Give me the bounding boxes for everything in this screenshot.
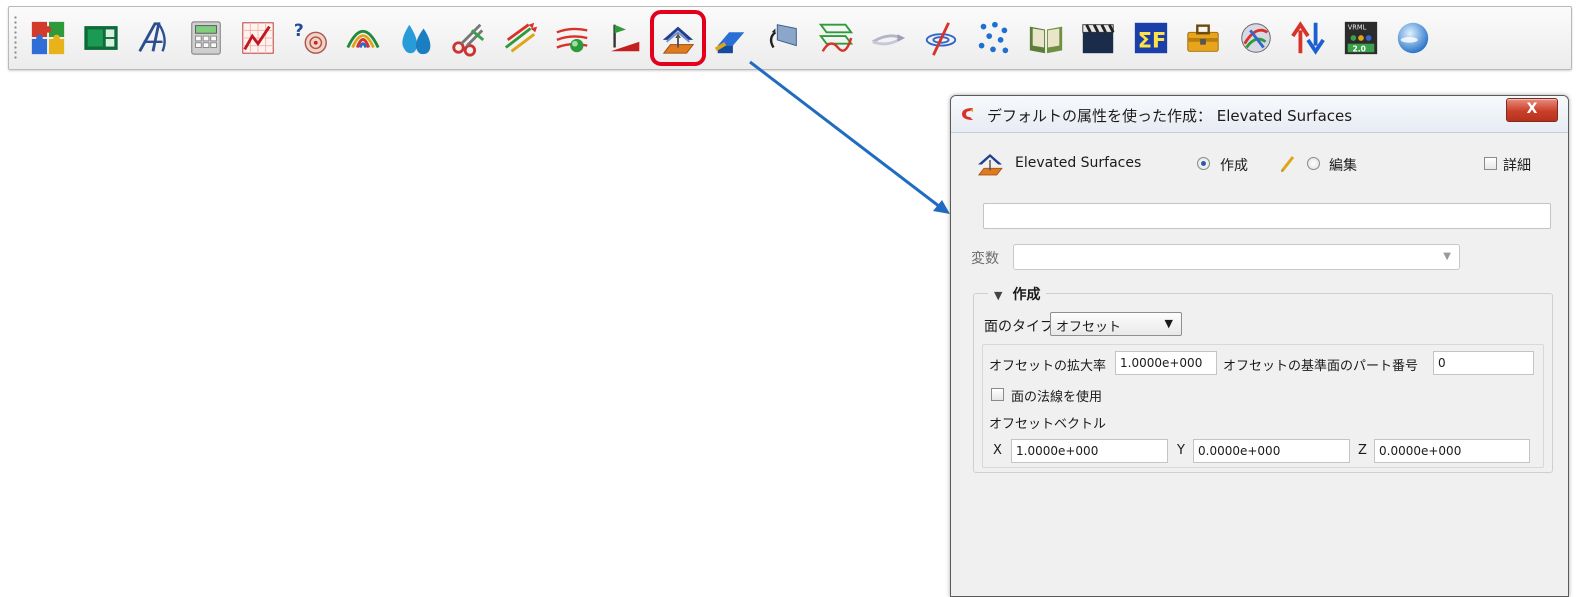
tool-name-label: Elevated Surfaces: [1015, 155, 1142, 171]
vector-z-input[interactable]: 0.0000e+000: [1374, 439, 1530, 463]
variable-label: 変数: [971, 251, 999, 267]
collapse-triangle-icon[interactable]: ▼: [994, 289, 1002, 302]
svg-text:VRML: VRML: [1347, 23, 1366, 31]
chevron-down-icon: ▼: [1443, 251, 1451, 262]
face-type-value: オフセット: [1056, 320, 1122, 335]
svg-text:2.0: 2.0: [1352, 44, 1365, 53]
vector-x-input[interactable]: 1.0000e+000: [1011, 439, 1168, 463]
svg-text:?: ?: [293, 21, 303, 41]
edit-mode-radio[interactable]: [1307, 157, 1320, 170]
toolbar-grip[interactable]: [13, 15, 18, 61]
streamline-icon[interactable]: [550, 15, 596, 61]
part-name-input[interactable]: [983, 203, 1551, 229]
up-down-arrows-icon[interactable]: [1285, 15, 1331, 61]
face-type-select[interactable]: オフセット ▼: [1050, 312, 1182, 336]
toolbar-icons: ? ΣF VRML 2.0: [25, 10, 1443, 66]
particle-trace-icon[interactable]: [603, 15, 649, 61]
puzzle-icon[interactable]: [25, 15, 71, 61]
toolbox-icon[interactable]: [1180, 15, 1226, 61]
create-mode-label[interactable]: 作成: [1220, 155, 1248, 175]
app-logo-icon: [962, 108, 973, 120]
edit-mode-label[interactable]: 編集: [1329, 155, 1357, 175]
xy-plot-icon[interactable]: [235, 15, 281, 61]
pencil-icon: [1280, 156, 1295, 172]
layout-panel-icon[interactable]: [78, 15, 124, 61]
animation-clapper-icon[interactable]: [1075, 15, 1121, 61]
offset-part-input[interactable]: 0: [1433, 351, 1534, 375]
svg-text:ΣF: ΣF: [1137, 29, 1166, 53]
annotation-text-icon[interactable]: [130, 15, 176, 61]
dropdown-arrow-icon: ▼: [1164, 317, 1173, 330]
vrml-export-icon[interactable]: VRML 2.0: [1338, 15, 1384, 61]
main-toolbar: ? ΣF VRML 2.0: [8, 6, 1572, 70]
vector-y-input[interactable]: 0.0000e+000: [1193, 439, 1350, 463]
offset-part-label: オフセットの基準面のパート番号: [1223, 359, 1419, 374]
dialog-titlebar[interactable]: デフォルトの属性を使った作成： Elevated Surfaces X: [951, 96, 1568, 133]
offset-scale-input[interactable]: 1.0000e+000: [1115, 351, 1217, 375]
vector-y-label: Y: [1177, 443, 1185, 458]
vector-x-label: X: [993, 443, 1002, 458]
offset-settings-box: オフセットの拡大率 1.0000e+000 オフセットの基準面のパート番号 0 …: [982, 344, 1544, 468]
use-normal-checkbox[interactable]: [991, 388, 1004, 401]
detail-label[interactable]: 詳細: [1503, 155, 1531, 175]
profile-curves-icon[interactable]: [813, 15, 859, 61]
offset-scale-label: オフセットの拡大率: [989, 359, 1107, 374]
sky-globe-icon[interactable]: [1390, 15, 1436, 61]
close-button[interactable]: X: [1506, 98, 1558, 122]
extrude-icon[interactable]: [708, 15, 754, 61]
face-type-label: 面のタイプ: [984, 319, 1054, 335]
vector-z-label: Z: [1358, 443, 1367, 458]
elevated-surfaces-icon: [977, 154, 1003, 176]
contour-icon[interactable]: [340, 15, 386, 61]
isosurface-drops-icon[interactable]: [393, 15, 439, 61]
book-icon[interactable]: [1023, 15, 1069, 61]
elevated-surfaces-icon[interactable]: [650, 10, 706, 66]
detail-checkbox[interactable]: [1484, 157, 1497, 170]
query-probe-icon[interactable]: ?: [288, 15, 334, 61]
point-cloud-icon[interactable]: [970, 15, 1016, 61]
dialog-empty-area: [951, 486, 1568, 596]
shader-icon[interactable]: [1233, 15, 1279, 61]
offset-vector-label: オフセットベクトル: [989, 417, 1107, 432]
calculator-icon[interactable]: [183, 15, 229, 61]
create-section: ▼ 作成 面のタイプ オフセット ▼ オフセットの拡大率 1.0000e+000 …: [973, 284, 1553, 473]
dialog-title: デフォルトの属性を使った作成： Elevated Surfaces: [987, 107, 1353, 125]
cut-plane-icon[interactable]: [445, 15, 491, 61]
section-title: 作成: [1012, 287, 1041, 303]
dialog-header-row: Elevated Surfaces 作成 編集 詳細: [951, 146, 1568, 180]
elevated-surfaces-dialog: デフォルトの属性を使った作成： Elevated Surfaces X Elev…: [950, 95, 1569, 597]
create-mode-radio[interactable]: [1197, 157, 1210, 170]
revolve-icon[interactable]: [760, 15, 806, 61]
sigma-f-icon[interactable]: ΣF: [1128, 15, 1174, 61]
section-header[interactable]: ▼ 作成: [988, 284, 1047, 304]
pathline-icon[interactable]: [865, 15, 911, 61]
variable-select[interactable]: ▼: [1013, 244, 1460, 270]
vortex-core-icon[interactable]: [918, 15, 964, 61]
vector-arrows-icon[interactable]: [498, 15, 544, 61]
use-normal-label[interactable]: 面の法線を使用: [1011, 386, 1102, 405]
